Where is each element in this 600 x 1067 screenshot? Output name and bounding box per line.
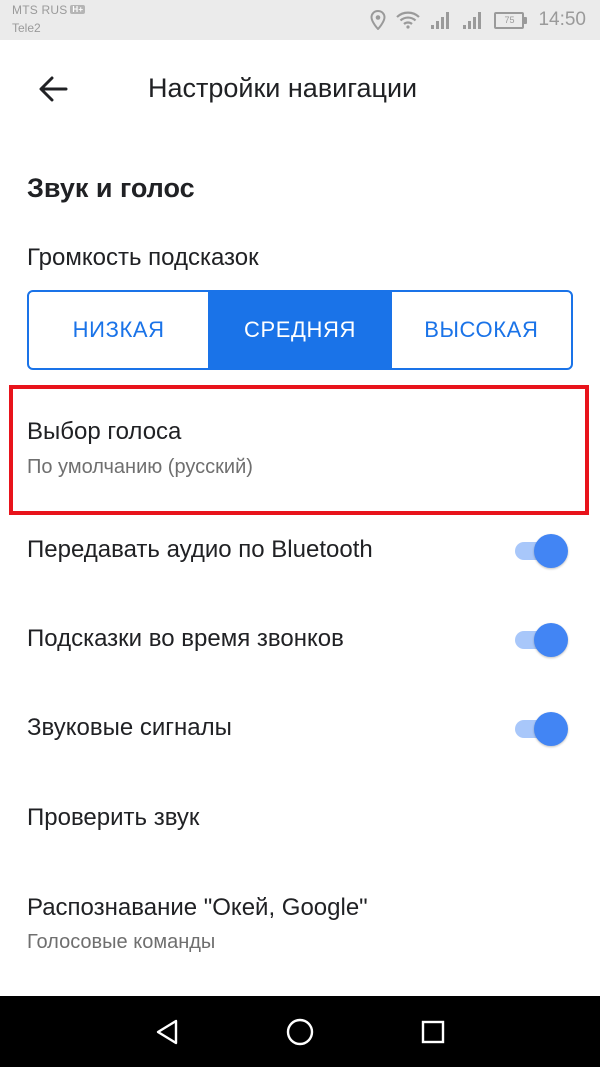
nav-home-button[interactable]: [278, 1010, 322, 1054]
voice-selection-value: По умолчанию (русский): [27, 456, 253, 478]
back-triangle-icon: [156, 1019, 178, 1045]
calls-guidance-row[interactable]: Подсказки во время звонков: [0, 599, 600, 679]
home-circle-icon: [286, 1018, 314, 1046]
status-time: 14:50: [538, 9, 586, 30]
signal-icon: [463, 12, 482, 29]
carrier-primary-label: MTS RUS: [12, 3, 68, 17]
ok-google-subtitle: Голосовые команды: [27, 931, 216, 953]
toggle-thumb: [534, 712, 568, 746]
toggle-thumb: [534, 534, 568, 568]
carrier-primary: MTS RUS H+: [12, 3, 86, 17]
voice-selection-item[interactable]: Выбор голоса По умолчанию (русский): [9, 385, 589, 515]
sound-signals-row[interactable]: Звуковые сигналы: [0, 688, 600, 768]
wifi-icon: [396, 11, 421, 29]
location-icon: [370, 10, 386, 30]
check-sound-item[interactable]: Проверить звук: [27, 801, 199, 835]
volume-option-medium[interactable]: СРЕДНЯЯ: [208, 292, 390, 368]
nav-recents-button[interactable]: [411, 1010, 455, 1054]
bluetooth-audio-row[interactable]: Передавать аудио по Bluetooth: [0, 510, 600, 590]
page-title: Настройки навигации: [148, 73, 418, 103]
bluetooth-audio-toggle[interactable]: [513, 530, 569, 570]
status-icons: 75 14:50: [370, 8, 586, 32]
calls-guidance-toggle[interactable]: [513, 619, 569, 659]
volume-option-low[interactable]: НИЗКАЯ: [29, 292, 208, 368]
nav-back-button[interactable]: [145, 1010, 189, 1054]
carrier-secondary: Tele2: [12, 21, 41, 35]
ok-google-title: Распознавание "Окей, Google": [27, 894, 368, 921]
sound-signals-toggle[interactable]: [513, 708, 569, 748]
recents-square-icon: [421, 1020, 445, 1044]
system-navigation-bar: [0, 996, 600, 1067]
arrow-left-icon: [39, 76, 68, 102]
signal-icon: [431, 12, 450, 29]
section-heading: Звук и голос: [27, 173, 195, 203]
volume-option-high[interactable]: ВЫСОКАЯ: [389, 292, 571, 368]
guidance-volume-selector: НИЗКАЯ СРЕДНЯЯ ВЫСОКАЯ: [27, 290, 573, 370]
calls-guidance-label: Подсказки во время звонков: [27, 625, 344, 652]
network-type-badge: H+: [70, 5, 86, 14]
ok-google-item[interactable]: Распознавание "Окей, Google" Голосовые к…: [0, 880, 600, 970]
battery-level: 75: [504, 14, 515, 25]
toggle-thumb: [534, 623, 568, 657]
voice-selection-title: Выбор голоса: [27, 418, 182, 445]
sound-signals-label: Звуковые сигналы: [27, 714, 232, 741]
battery-icon: 75: [494, 11, 528, 29]
status-bar: MTS RUS H+ Tele2 75 14:50: [0, 0, 600, 40]
bluetooth-audio-label: Передавать аудио по Bluetooth: [27, 536, 373, 563]
guidance-volume-label: Громкость подсказок: [27, 244, 259, 271]
back-button[interactable]: [30, 66, 76, 112]
